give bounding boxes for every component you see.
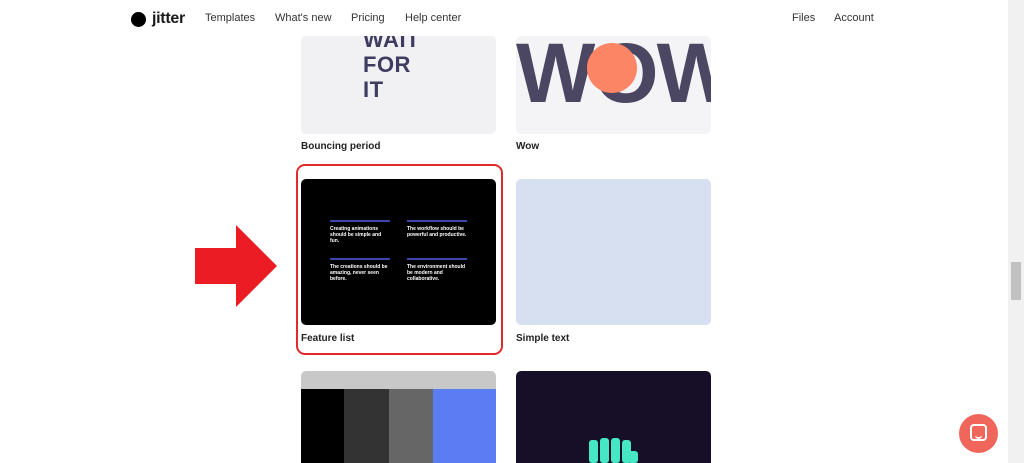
hand-thumb: [628, 451, 638, 463]
template-title[interactable]: Wow: [516, 141, 539, 152]
nav-pricing[interactable]: Pricing: [351, 12, 385, 24]
bar-blue: [433, 389, 496, 463]
bar-dark-gray: [344, 389, 389, 463]
scrollbar-thumb[interactable]: [1011, 262, 1021, 300]
jitter-logo-icon: [131, 11, 146, 27]
chat-icon: [970, 424, 987, 441]
scrollbar[interactable]: [1008, 0, 1024, 463]
template-title[interactable]: Simple text: [516, 333, 569, 344]
wait-for-it-art: WAIT FOR IT: [363, 36, 420, 102]
art-line: IT: [363, 77, 384, 102]
top-navigation: jitter Templates What's new Pricing Help…: [0, 0, 1008, 36]
bar-gray: [389, 389, 433, 463]
hand-finger: [600, 438, 609, 463]
hand-finger: [589, 440, 598, 463]
template-wow-thumbnail[interactable]: WOW: [516, 36, 711, 134]
template-title[interactable]: Bouncing period: [301, 141, 380, 152]
selection-highlight: [296, 164, 503, 355]
logo-text: jitter: [152, 10, 185, 27]
art-line: FOR: [363, 52, 411, 77]
chat-smile: [975, 434, 982, 439]
nav-account[interactable]: Account: [834, 12, 874, 24]
template-hand-thumbnail[interactable]: [516, 371, 711, 463]
template-simple-text-thumbnail[interactable]: [516, 179, 711, 325]
nav-whats-new[interactable]: What's new: [275, 12, 332, 24]
nav-templates[interactable]: Templates: [205, 12, 255, 24]
jitter-logo[interactable]: jitter: [131, 10, 185, 28]
art-line: WAIT: [363, 36, 420, 52]
right-arrow-icon: [195, 225, 277, 307]
hand-finger: [611, 438, 620, 463]
nav-files[interactable]: Files: [792, 12, 815, 24]
template-color-bars-thumbnail[interactable]: [301, 371, 496, 463]
bar-black: [301, 389, 344, 463]
template-bouncing-period-thumbnail[interactable]: WAIT FOR IT: [301, 36, 496, 134]
chat-button[interactable]: [959, 414, 998, 453]
orange-circle: [587, 43, 637, 93]
nav-help-center[interactable]: Help center: [405, 12, 461, 24]
